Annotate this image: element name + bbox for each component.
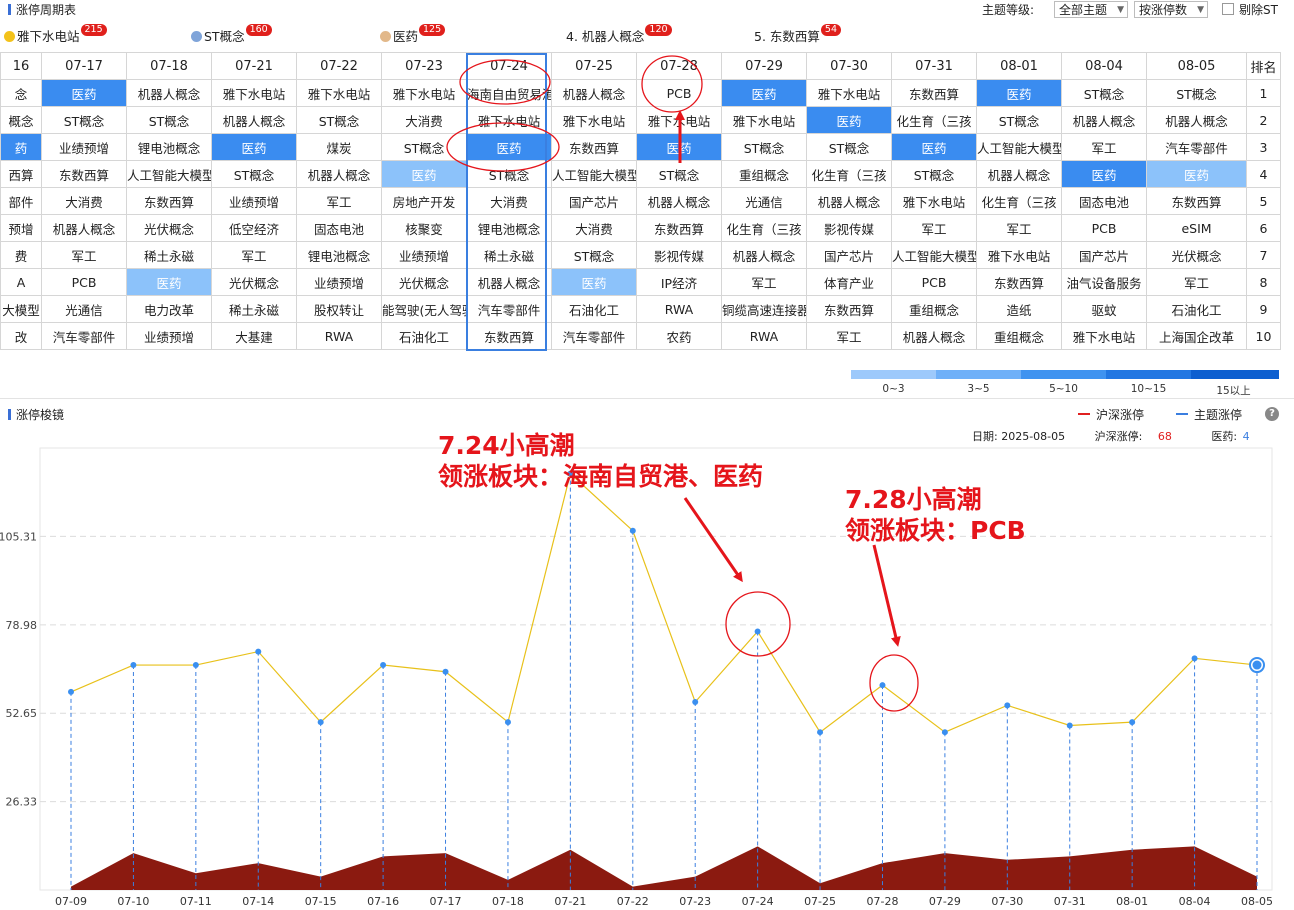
data-point — [1252, 660, 1262, 670]
x-tick-label: 07-23 — [679, 895, 711, 908]
annotation-728-title: 7.28小高潮 — [845, 485, 982, 514]
x-tick-label: 07-28 — [866, 895, 898, 908]
x-tick-label: 07-11 — [180, 895, 212, 908]
data-point — [941, 729, 948, 736]
x-tick-label: 07-24 — [742, 895, 774, 908]
data-point — [1191, 655, 1198, 662]
data-point — [380, 662, 387, 669]
data-point — [879, 682, 886, 689]
data-point — [504, 719, 511, 726]
x-tick-label: 07-14 — [242, 895, 274, 908]
data-point — [629, 527, 636, 534]
theme-limit-up-area — [71, 846, 1257, 890]
annotation-724: 7.24小高潮 领涨板块：海南自贸港、医药 — [438, 430, 763, 492]
data-point — [68, 688, 74, 695]
data-point — [1004, 702, 1011, 709]
data-point — [1066, 722, 1073, 729]
y-tick-label: 26.33 — [6, 796, 38, 809]
data-point — [692, 698, 699, 705]
x-tick-label: 07-16 — [367, 895, 399, 908]
data-point — [130, 662, 137, 669]
y-tick-label: 105.31 — [0, 530, 37, 543]
annotation-724-sectors: 领涨板块：海南自贸港、医药 — [438, 462, 764, 491]
x-tick-label: 08-05 — [1241, 895, 1273, 908]
data-point — [442, 668, 449, 675]
x-tick-label: 07-25 — [804, 895, 836, 908]
data-point — [754, 628, 761, 635]
x-tick-label: 07-15 — [305, 895, 337, 908]
plot-frame — [39, 447, 1273, 891]
data-point — [317, 719, 324, 726]
x-tick-label: 07-31 — [1054, 895, 1086, 908]
annotation-728-sectors: 领涨板块：PCB — [845, 516, 1026, 545]
annotation-724-title: 7.24小高潮 — [438, 431, 575, 460]
x-tick-label: 08-01 — [1116, 895, 1148, 908]
data-point — [817, 729, 824, 736]
x-tick-label: 07-29 — [929, 895, 961, 908]
x-tick-label: 07-18 — [492, 895, 524, 908]
y-tick-label: 78.98 — [6, 619, 38, 632]
x-tick-label: 07-10 — [117, 895, 149, 908]
x-tick-label: 07-30 — [991, 895, 1023, 908]
y-tick-label: 52.65 — [6, 707, 38, 720]
sh-limit-up-line — [70, 472, 1258, 734]
data-point — [1129, 719, 1136, 726]
x-tick-label: 07-21 — [554, 895, 586, 908]
annotation-728: 7.28小高潮 领涨板块：PCB — [845, 484, 1026, 546]
x-tick-label: 07-09 — [55, 895, 87, 908]
x-tick-label: 07-22 — [617, 895, 649, 908]
x-tick-label: 07-17 — [430, 895, 462, 908]
x-tick-label: 08-04 — [1179, 895, 1211, 908]
data-point — [192, 662, 199, 669]
data-point — [255, 648, 262, 655]
